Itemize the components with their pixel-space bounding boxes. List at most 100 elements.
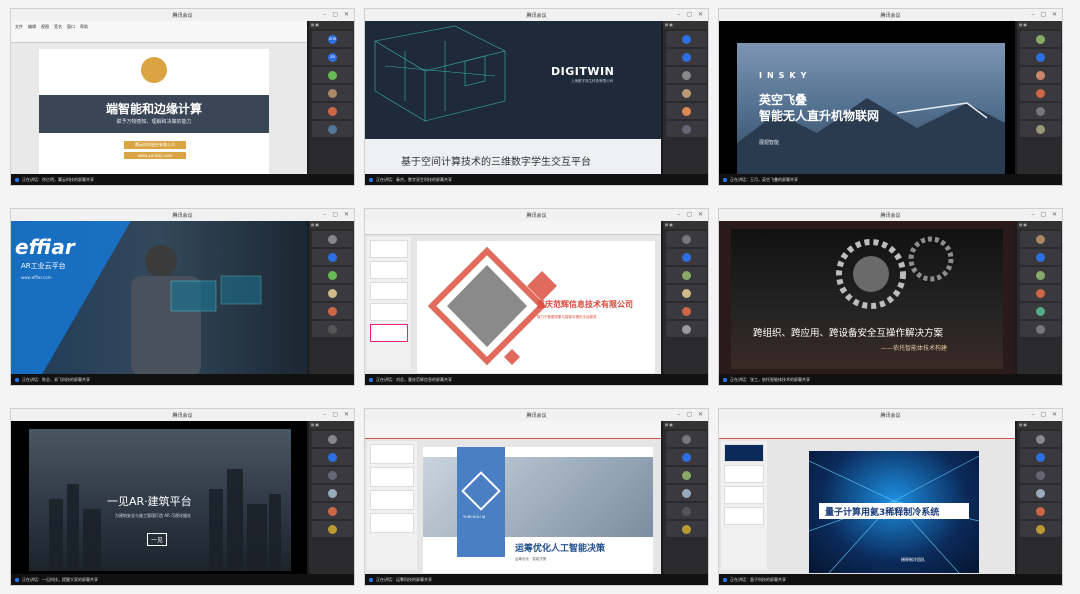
- participant-tile[interactable]: [1020, 521, 1061, 537]
- participant-tile[interactable]: [666, 85, 707, 101]
- menu-window[interactable]: 窗口: [67, 24, 75, 30]
- footer-text: 正在讲话：刘总，重庆范辉信息的屏幕共享: [376, 376, 452, 382]
- company-url: www.yunkeji.com: [124, 152, 186, 159]
- window-controls[interactable]: – ▢ ✕: [1031, 11, 1059, 18]
- participant-tile[interactable]: [1020, 249, 1061, 265]
- window-title: 腾讯会议: [172, 412, 193, 419]
- participant-tile[interactable]: [1020, 467, 1061, 483]
- participants-header: ▤ ▦: [663, 421, 708, 429]
- participant-tile[interactable]: [1020, 267, 1061, 283]
- participant-tile[interactable]: [312, 285, 353, 301]
- participant-tile[interactable]: [312, 449, 353, 465]
- window-controls[interactable]: – ▢ ✕: [1031, 411, 1059, 418]
- participant-tile[interactable]: [312, 85, 353, 101]
- participants-header: ▤ ▦: [309, 421, 354, 429]
- avatar: [682, 124, 691, 134]
- window-title: 腾讯会议: [172, 212, 193, 219]
- participant-tile[interactable]: [312, 303, 353, 319]
- window-controls[interactable]: – ▢ ✕: [323, 11, 351, 18]
- participant-tile[interactable]: [1020, 67, 1061, 83]
- participant-tile[interactable]: [1020, 103, 1061, 119]
- company-name: 上海数字双生科技有限公司: [571, 79, 613, 83]
- participants-panel: ▤ ▦: [1017, 21, 1062, 174]
- participant-tile[interactable]: [312, 431, 353, 447]
- menu-file[interactable]: 文件: [15, 24, 23, 30]
- participant-tile[interactable]: [312, 231, 353, 247]
- participant-tile[interactable]: [312, 467, 353, 483]
- participant-tile[interactable]: [1020, 449, 1061, 465]
- participant-tile[interactable]: [1020, 503, 1061, 519]
- participant-tile[interactable]: [666, 321, 707, 337]
- avatar: [682, 452, 691, 462]
- menu-view[interactable]: 视图: [41, 24, 49, 30]
- participant-tile[interactable]: [666, 431, 707, 447]
- participant-tile[interactable]: [312, 321, 353, 337]
- participant-tile[interactable]: [666, 121, 707, 137]
- menu-sign[interactable]: 签名: [54, 24, 62, 30]
- footer-text: 正在讲话：运筹科技的屏幕共享: [376, 576, 432, 582]
- participant-tile[interactable]: [666, 67, 707, 83]
- participant-tile[interactable]: [1020, 31, 1061, 47]
- participant-tile[interactable]: [666, 303, 707, 319]
- participant-tile[interactable]: [666, 249, 707, 265]
- window-controls[interactable]: – ▢ ✕: [1031, 211, 1059, 218]
- window-controls[interactable]: – ▢ ✕: [323, 411, 351, 418]
- participant-tile[interactable]: [312, 67, 353, 83]
- participant-tile[interactable]: [312, 249, 353, 265]
- participants-header: ▤ ▦: [1017, 421, 1062, 429]
- status-footer: 正在讲话：刘总，重庆范辉信息的屏幕共享: [365, 374, 708, 385]
- company-label: 翼云科技股份有限公司: [124, 141, 186, 149]
- participant-tile[interactable]: [666, 285, 707, 301]
- participant-tile[interactable]: [666, 485, 707, 501]
- avatar: ZR: [328, 52, 337, 62]
- participant-tile[interactable]: [312, 121, 353, 137]
- share-icon: [369, 377, 373, 382]
- participant-tile[interactable]: [312, 103, 353, 119]
- menu-edit[interactable]: 编辑: [28, 24, 36, 30]
- participant-tile[interactable]: [1020, 431, 1061, 447]
- participants-panel: ▤ ▦: [309, 221, 354, 374]
- avatar: [1036, 506, 1045, 516]
- participant-tile[interactable]: [1020, 85, 1061, 101]
- participant-tile[interactable]: [1020, 231, 1061, 247]
- window-controls[interactable]: – ▢ ✕: [677, 211, 705, 218]
- participant-tile[interactable]: [666, 467, 707, 483]
- participants-panel: ▤ ▦: [663, 421, 708, 574]
- avatar: [328, 324, 337, 334]
- brand-logo: DIGITWIN: [551, 65, 615, 78]
- window-controls[interactable]: – ▢ ✕: [323, 211, 351, 218]
- participant-tile[interactable]: ZR: [312, 49, 353, 65]
- avatar: [1036, 88, 1045, 98]
- menu-help[interactable]: 帮助: [80, 24, 88, 30]
- participant-tile[interactable]: ZHR: [312, 31, 353, 47]
- participant-tile[interactable]: [666, 267, 707, 283]
- participant-tile[interactable]: [312, 485, 353, 501]
- participant-tile[interactable]: [1020, 303, 1061, 319]
- participant-tile[interactable]: [1020, 321, 1061, 337]
- share-icon: [723, 177, 727, 182]
- window-controls[interactable]: – ▢ ✕: [677, 11, 705, 18]
- avatar: [328, 270, 337, 280]
- brand-logo: effiar: [15, 235, 75, 259]
- participant-tile[interactable]: [666, 521, 707, 537]
- participant-tile[interactable]: [666, 449, 707, 465]
- footer-text: 正在讲话：陈总，易飞科技的屏幕共享: [22, 376, 90, 382]
- avatar: [682, 470, 691, 480]
- status-footer: 正在讲话：陈总，易飞科技的屏幕共享: [11, 374, 354, 385]
- participant-tile[interactable]: [666, 49, 707, 65]
- participant-tile[interactable]: [666, 503, 707, 519]
- participant-tile[interactable]: [312, 267, 353, 283]
- slide-page: 量子计算用氦3稀释制冷系统 稀释制冷团队: [809, 451, 979, 573]
- participant-tile[interactable]: [312, 521, 353, 537]
- participant-tile[interactable]: [1020, 49, 1061, 65]
- participant-tile[interactable]: [1020, 121, 1061, 137]
- slide-subtitle: AR工业云平台: [21, 262, 66, 270]
- participant-tile[interactable]: [666, 103, 707, 119]
- window-controls[interactable]: – ▢ ✕: [677, 411, 705, 418]
- participant-tile[interactable]: [312, 503, 353, 519]
- participant-tile[interactable]: [666, 231, 707, 247]
- participant-tile[interactable]: [1020, 285, 1061, 301]
- participant-tile[interactable]: [1020, 485, 1061, 501]
- participant-tile[interactable]: [666, 31, 707, 47]
- status-footer: 正在讲话：王月，英空飞叠的屏幕共享: [719, 174, 1062, 185]
